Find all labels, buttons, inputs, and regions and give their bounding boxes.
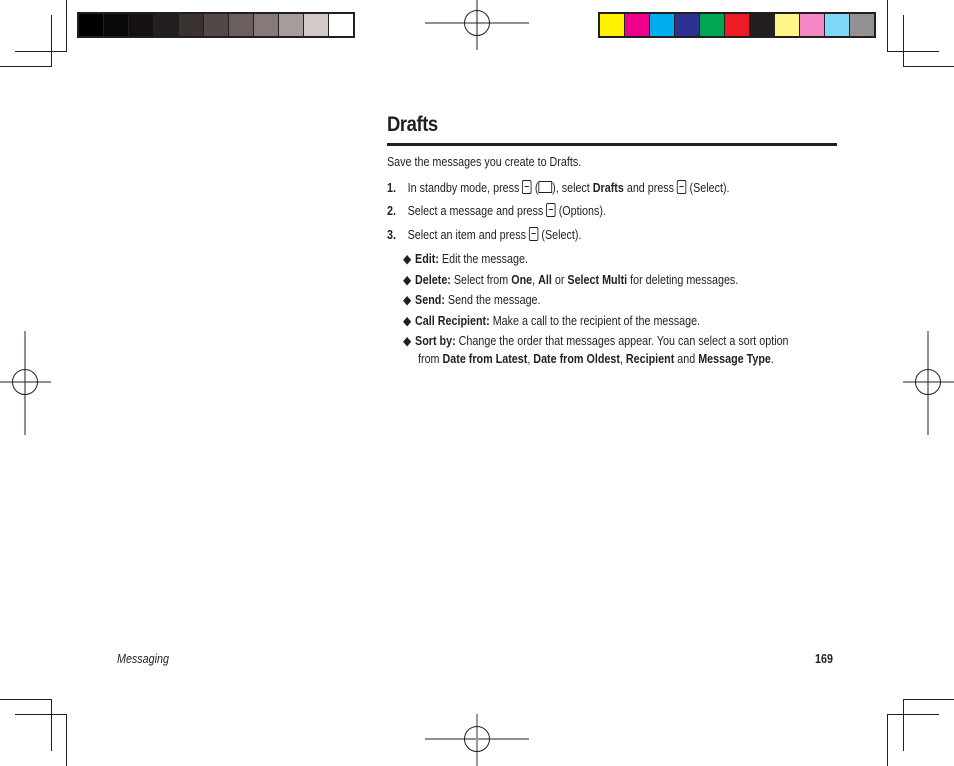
option-edit: ◆ Edit: Edit the message.: [403, 252, 528, 266]
center-key-icon: [677, 180, 687, 194]
option-sort-by: ◆ Sort by: Change the order that messages…: [403, 334, 789, 348]
color-swatch: [750, 14, 774, 36]
crop-mark: [51, 699, 52, 751]
crop-mark: [887, 714, 888, 766]
page-title: Drafts: [387, 113, 438, 136]
option-sort-by-continued: from Date from Latest, Date from Oldest,…: [418, 352, 774, 366]
title-rule: [387, 143, 837, 146]
diamond-bullet-icon: ◆: [403, 252, 412, 266]
crop-mark: [903, 699, 904, 751]
color-swatch: [254, 14, 278, 36]
color-swatch: [725, 14, 749, 36]
crop-mark: [15, 51, 67, 52]
color-swatch: [304, 14, 328, 36]
intro-text: Save the messages you create to Drafts.: [387, 155, 582, 169]
step-3: 3. Select an item and press (Select).: [387, 227, 582, 242]
footer-section-name: Messaging: [117, 652, 169, 666]
crop-mark: [903, 66, 954, 67]
color-swatch: [79, 14, 103, 36]
option-send: ◆ Send: Send the message.: [403, 293, 541, 307]
diamond-bullet-icon: ◆: [403, 273, 412, 287]
diamond-bullet-icon: ◆: [403, 334, 412, 348]
left-softkey-icon: [522, 180, 532, 194]
color-swatch: [154, 14, 178, 36]
crop-mark: [0, 699, 52, 700]
color-swatch: [204, 14, 228, 36]
color-swatch: [104, 14, 128, 36]
registration-mark-right: [903, 331, 954, 435]
crop-mark: [887, 0, 888, 52]
registration-mark-bottom: [425, 714, 529, 766]
crop-mark: [903, 699, 954, 700]
color-swatch: [850, 14, 874, 36]
color-swatch: [700, 14, 724, 36]
grayscale-swatch-bar: [77, 12, 355, 38]
step-number: 3.: [387, 228, 396, 242]
crop-mark: [66, 714, 67, 766]
color-swatch: [329, 14, 353, 36]
color-swatch: [279, 14, 303, 36]
crop-mark: [887, 714, 939, 715]
crop-mark: [15, 714, 67, 715]
crop-mark: [66, 0, 67, 52]
envelope-icon: [538, 181, 553, 193]
color-swatch: [825, 14, 849, 36]
color-swatch: [625, 14, 649, 36]
color-swatch: [600, 14, 624, 36]
crop-mark: [887, 51, 939, 52]
option-call-recipient: ◆ Call Recipient: Make a call to the reci…: [403, 314, 701, 328]
diamond-bullet-icon: ◆: [403, 314, 412, 328]
crop-mark: [903, 15, 904, 67]
step-number: 1.: [387, 181, 396, 195]
option-delete: ◆ Delete: Select from One, All or Select …: [403, 273, 739, 287]
color-swatch: [179, 14, 203, 36]
color-swatch: [775, 14, 799, 36]
crop-mark: [51, 15, 52, 67]
color-swatch: [800, 14, 824, 36]
center-key-icon: [528, 227, 539, 241]
step-1: 1. In standby mode, press (), select Draf…: [387, 180, 730, 195]
right-softkey-icon: [546, 203, 556, 217]
crop-mark: [0, 66, 52, 67]
step-2: 2. Select a message and press (Options).: [387, 203, 606, 218]
diamond-bullet-icon: ◆: [403, 293, 412, 307]
color-swatch-bar: [598, 12, 876, 38]
registration-mark-left: [0, 331, 51, 435]
color-swatch: [650, 14, 674, 36]
page-number: 169: [815, 652, 833, 666]
step-number: 2.: [387, 204, 396, 218]
color-swatch: [675, 14, 699, 36]
color-swatch: [129, 14, 153, 36]
registration-mark-top: [425, 0, 529, 50]
color-swatch: [229, 14, 253, 36]
